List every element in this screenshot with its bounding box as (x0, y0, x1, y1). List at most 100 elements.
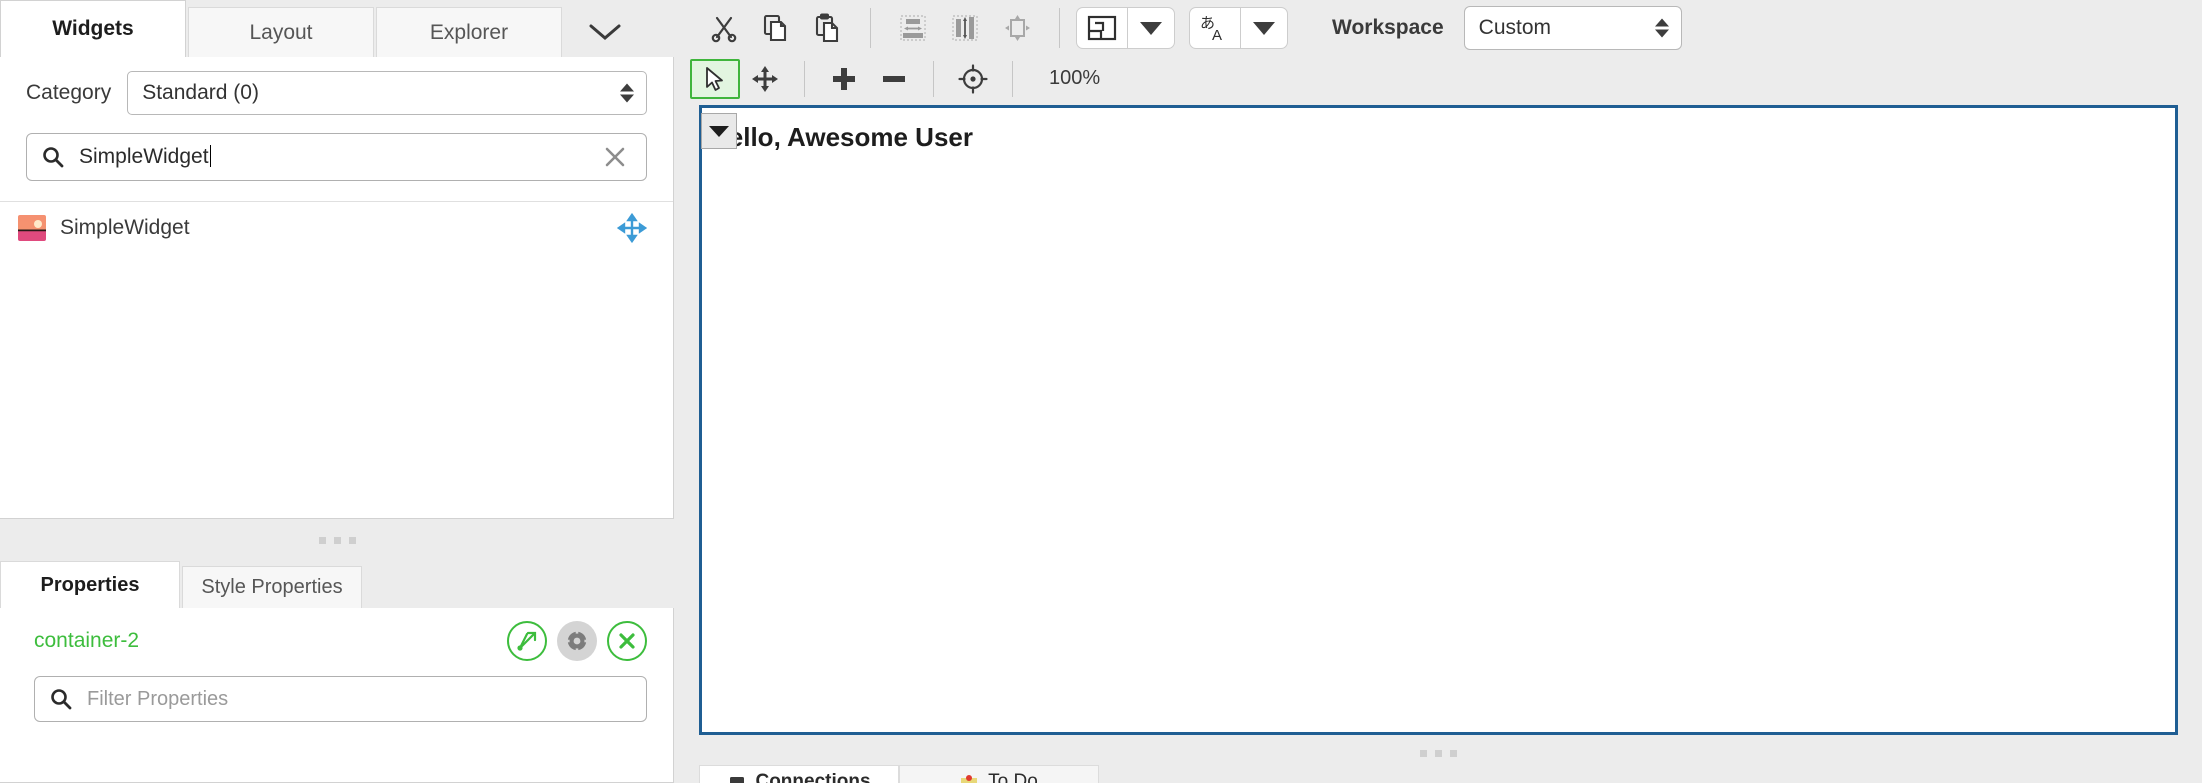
list-item[interactable]: SimpleWidget (0, 202, 673, 254)
share-connect-button[interactable] (507, 621, 547, 661)
grip-dots-icon (1420, 749, 1457, 757)
bottom-dock-tabstrip: Connections To Do (699, 765, 2178, 783)
chevron-down-icon (588, 22, 622, 42)
tab-layout-label: Layout (249, 20, 313, 44)
tab-explorer[interactable]: Explorer (376, 7, 562, 57)
todo-list-icon (960, 774, 980, 783)
tab-connections[interactable]: Connections (699, 765, 899, 783)
copy-icon (761, 13, 791, 43)
tab-widgets[interactable]: Widgets (0, 0, 186, 57)
translate-icon: あ A (1190, 8, 1240, 48)
widget-thumbnail-icon (18, 215, 46, 241)
select-tool[interactable] (690, 58, 740, 99)
toolbar-divider (804, 60, 805, 97)
zoom-level-label: 100% (1049, 67, 1101, 89)
clear-x-icon[interactable] (598, 144, 632, 170)
main-area: あ A Workspace Custom 100% Hello, Awesome… (674, 0, 2202, 783)
workspace-select[interactable]: Custom (1463, 6, 1682, 50)
workspace-label: Workspace (1332, 16, 1444, 39)
paste-button[interactable] (802, 6, 854, 50)
tab-connections-label: Connections (755, 771, 871, 783)
bottom-dock-splitter[interactable] (699, 740, 2178, 766)
plug-icon (727, 774, 747, 783)
widget-results-list: SimpleWidget (0, 201, 673, 254)
panel-horizontal-splitter[interactable] (0, 519, 674, 561)
toolbar-divider (933, 60, 934, 97)
tab-properties[interactable]: Properties (0, 561, 180, 608)
distribute-horizontal-icon (898, 13, 928, 43)
workspace-select-value: Custom (1478, 16, 1552, 39)
gear-icon (566, 630, 588, 652)
distribute-vertical-button[interactable] (939, 6, 991, 50)
resize-to-content-icon (1002, 13, 1032, 43)
toolbar-divider (1012, 60, 1013, 97)
widget-search-box[interactable]: SimpleWidget (26, 133, 647, 181)
pan-tool[interactable] (740, 59, 790, 99)
distribute-vertical-icon (950, 13, 980, 43)
zoom-to-fit-button[interactable] (948, 59, 998, 99)
tab-layout[interactable]: Layout (188, 7, 374, 57)
close-x-icon (615, 629, 639, 653)
language-dropdown[interactable]: あ A (1189, 7, 1288, 49)
tab-todo[interactable]: To Do (899, 765, 1099, 783)
layout-template-dropdown[interactable] (1076, 7, 1175, 49)
filter-properties-box[interactable]: Filter Properties (34, 676, 647, 722)
settings-button[interactable] (557, 621, 597, 661)
tab-widgets-label: Widgets (52, 17, 134, 40)
minus-icon (879, 64, 909, 94)
spinner-arrows-icon (620, 83, 634, 103)
search-icon (41, 145, 65, 169)
category-select[interactable]: Standard (0) (127, 71, 647, 115)
zoom-in-button[interactable] (819, 59, 869, 99)
close-button[interactable] (607, 621, 647, 661)
cut-button[interactable] (698, 6, 750, 50)
zoom-out-button[interactable] (869, 59, 919, 99)
fit-to-content-button[interactable] (991, 6, 1043, 50)
scissors-icon (709, 13, 739, 43)
tab-style-properties-label: Style Properties (201, 576, 343, 598)
share-nodes-icon (514, 628, 540, 654)
canvas-element-dropdown[interactable] (701, 113, 737, 149)
design-canvas[interactable] (699, 105, 2178, 735)
widget-name-label: SimpleWidget (60, 216, 190, 239)
selected-element-name: container-2 (34, 629, 140, 652)
properties-panel-body: container-2 Filter Properties (0, 608, 674, 783)
crosshair-target-icon (958, 63, 988, 94)
triangle-down-icon (709, 125, 729, 137)
application-root: Widgets Layout Explorer Category Standar… (0, 0, 2202, 783)
paste-icon (813, 13, 843, 43)
search-icon (49, 687, 73, 711)
tab-todo-label: To Do (988, 771, 1038, 783)
cursor-arrow-icon (702, 66, 728, 92)
copy-button[interactable] (750, 6, 802, 50)
widgets-panel: Category Standard (0) SimpleWidget Simpl… (0, 57, 674, 519)
plus-icon (829, 64, 859, 94)
grip-dots-icon (318, 536, 356, 544)
category-select-value: Standard (0) (142, 81, 259, 104)
chevron-down-icon[interactable] (1128, 8, 1174, 48)
toolbar-divider (1059, 8, 1060, 48)
tab-explorer-label: Explorer (429, 20, 509, 44)
secondary-toolbar: 100% (674, 56, 2202, 101)
chevron-down-icon[interactable] (1241, 8, 1287, 48)
category-label: Category (26, 81, 112, 104)
category-row: Category Standard (0) (0, 57, 673, 115)
search-input[interactable]: SimpleWidget (79, 145, 598, 169)
distribute-horizontal-button[interactable] (887, 6, 939, 50)
canvas-heading-text: Hello, Awesome User (710, 122, 973, 152)
spinner-arrows-icon (1654, 18, 1669, 38)
primary-toolbar: あ A Workspace Custom (674, 0, 2202, 56)
properties-header: container-2 (0, 608, 673, 674)
left-dock: Widgets Layout Explorer Category Standar… (0, 0, 674, 783)
left-panel-tabstrip: Widgets Layout Explorer (0, 0, 674, 57)
svg-text:A: A (1212, 27, 1222, 43)
search-input-value: SimpleWidget (79, 145, 209, 168)
properties-tabstrip: Properties Style Properties (0, 561, 674, 608)
move-arrows-icon[interactable] (617, 213, 647, 243)
filter-properties-input[interactable]: Filter Properties (87, 688, 228, 711)
tab-style-properties[interactable]: Style Properties (182, 566, 362, 608)
toolbar-divider (870, 8, 871, 48)
tab-overflow-button[interactable] (574, 7, 636, 57)
properties-panel: Properties Style Properties container-2 (0, 561, 674, 783)
move-arrows-icon (750, 64, 780, 94)
